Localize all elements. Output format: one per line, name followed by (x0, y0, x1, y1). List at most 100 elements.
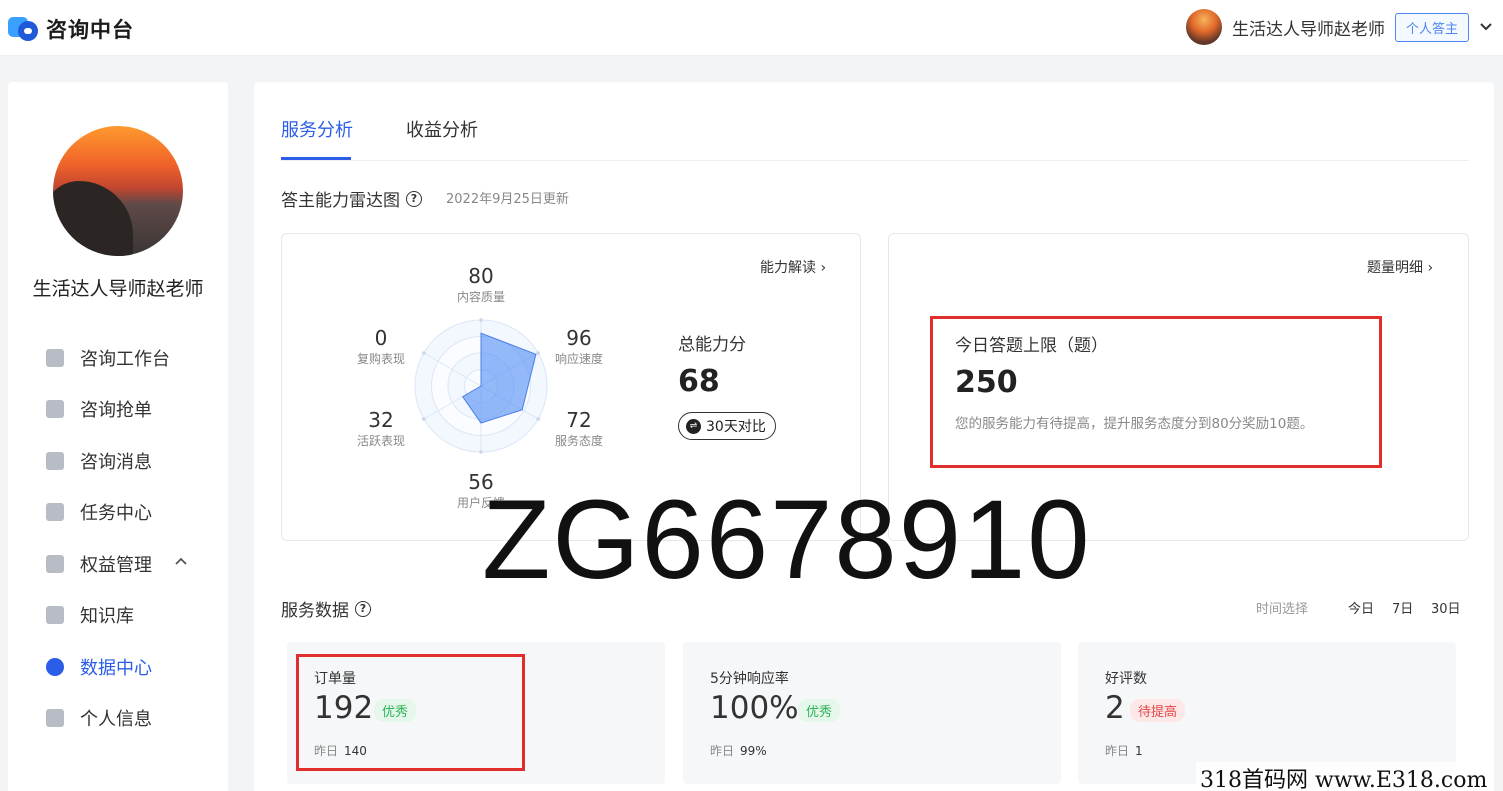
sidebar-item-label: 咨询消息 (80, 451, 152, 473)
time-option-7d[interactable]: 7日 (1392, 598, 1413, 617)
radar-value: 72 (566, 408, 592, 432)
radar-axis-dot (479, 318, 483, 322)
top-bar: 咨询中台 生活达人导师赵老师 个人答主 (0, 0, 1503, 56)
tab-bar: 服务分析 收益分析 (281, 82, 1469, 161)
ability-interpretation-link[interactable]: 能力解读 › (760, 257, 826, 277)
radar-value-service-attitude: 72 服务态度 (539, 408, 619, 449)
user-menu[interactable]: 生活达人导师赵老师 个人答主 (1185, 9, 1493, 45)
stat-value: 100% (710, 690, 799, 726)
daily-limit-note: 您的服务能力有待提高，提升服务态度分到80分奖励10题。 (955, 416, 1314, 432)
radar-value-activity: 32 活跃表现 (341, 408, 421, 449)
main-panel: 服务分析 收益分析 答主能力雷达图 ? 2022年9月25日更新 能力解读 › … (254, 82, 1494, 791)
total-score-value: 68 (678, 364, 720, 399)
service-title: 服务数据 (281, 601, 349, 621)
tab-income-analysis[interactable]: 收益分析 (406, 116, 478, 142)
watermark-text: ZG6678910 (482, 477, 1092, 602)
stat-title: 好评数 (1105, 671, 1147, 687)
radar-label: 复购表现 (356, 352, 405, 366)
sidebar-item-label: 权益管理 (80, 554, 152, 576)
radar-value: 0 (374, 326, 388, 350)
stat-yesterday: 昨日 1 (1105, 742, 1143, 759)
sidebar-item-profile[interactable]: 个人信息 (46, 693, 216, 745)
sidebar-item-label: 任务中心 (80, 503, 152, 525)
edit-icon (46, 400, 64, 419)
radar-label: 服务态度 (554, 434, 603, 448)
radar-label: 响应速度 (554, 352, 603, 366)
time-option-30d[interactable]: 30日 (1431, 598, 1461, 617)
radar-value: 96 (566, 326, 592, 350)
sidebar-item-label: 个人信息 (80, 709, 152, 731)
link-label: 能力解读 (760, 260, 816, 276)
yesterday-label: 昨日 (1105, 744, 1130, 758)
profile-name: 生活达人导师赵老师 (32, 278, 204, 300)
chevron-right-icon: › (1427, 260, 1434, 276)
pie-chart-icon (46, 657, 64, 676)
radar-label: 内容质量 (456, 290, 505, 304)
radar-title: 答主能力雷达图 (281, 191, 400, 211)
sidebar-item-tasks[interactable]: 任务中心 (46, 487, 216, 539)
yesterday-value: 99% (740, 744, 767, 758)
chat-icon (46, 451, 64, 470)
status-badge: 待提高 (1130, 699, 1186, 722)
app-logo[interactable]: 咨询中台 (8, 14, 134, 44)
compare-icon: ⇌ (686, 418, 701, 434)
radar-section-title: 答主能力雷达图 ? (281, 186, 422, 211)
logo-icon (8, 15, 40, 43)
daily-limit-value: 250 (955, 365, 1018, 400)
stat-title: 5分钟响应率 (710, 671, 789, 687)
radar-chart (414, 318, 548, 454)
sidebar-item-label: 咨询抢单 (80, 400, 152, 422)
sidebar-item-workbench[interactable]: 咨询工作台 (46, 332, 216, 384)
yesterday-label: 昨日 (710, 744, 735, 758)
radar-value-content-quality: 80 内容质量 (441, 264, 521, 305)
radar-axis-dot (479, 450, 483, 454)
grid-icon (46, 348, 64, 367)
radar-value: 80 (468, 264, 494, 288)
compare-label: 30天对比 (706, 419, 766, 435)
sidebar-item-benefits[interactable]: 权益管理 (46, 538, 216, 590)
sidebar-item-label: 知识库 (80, 606, 134, 628)
radar-axis-dot (422, 417, 426, 421)
time-select-label: 时间选择 (1256, 602, 1309, 617)
compare-30-days-button[interactable]: ⇌ 30天对比 (678, 412, 776, 440)
role-badge[interactable]: 个人答主 (1394, 12, 1469, 42)
clipboard-icon (46, 503, 64, 522)
sidebar-item-messages[interactable]: 咨询消息 (46, 435, 216, 487)
sidebar: 生活达人导师赵老师 咨询工作台 咨询抢单 咨询消息 任务中心 权益管理 知识库 … (8, 82, 228, 791)
help-icon[interactable]: ? (355, 600, 371, 617)
quota-detail-link[interactable]: 题量明细 › (1367, 257, 1433, 277)
chevron-up-icon[interactable] (174, 554, 188, 568)
sidebar-item-label: 数据中心 (80, 657, 152, 679)
sidebar-item-label: 咨询工作台 (80, 348, 170, 370)
service-section-title: 服务数据 ? (281, 596, 371, 621)
radar-value: 32 (368, 408, 394, 432)
stat-value: 2 (1105, 690, 1125, 726)
chevron-down-icon[interactable] (1479, 20, 1493, 34)
chevron-right-icon: › (820, 260, 827, 276)
highlight-box (296, 654, 525, 771)
book-icon (46, 606, 64, 625)
stat-yesterday: 昨日 99% (710, 742, 767, 759)
link-label: 题量明细 (1367, 260, 1423, 276)
sidebar-item-data-center[interactable]: 数据中心 (46, 641, 216, 693)
yesterday-value: 1 (1135, 744, 1143, 758)
radar-updated: 2022年9月25日更新 (446, 192, 569, 207)
sidebar-item-knowledge[interactable]: 知识库 (46, 590, 216, 642)
radar-value-repurchase: 0 复购表现 (341, 326, 421, 367)
crown-icon (46, 554, 64, 573)
active-tab-indicator (281, 157, 351, 160)
radar-axis-dot (422, 351, 426, 355)
avatar[interactable] (1185, 9, 1222, 45)
user-name: 生活达人导师赵老师 (1231, 19, 1385, 40)
sidebar-item-grab-orders[interactable]: 咨询抢单 (46, 384, 216, 436)
stat-card-response-rate: 5分钟响应率 100% 优秀 昨日 99% (683, 642, 1061, 784)
app-title: 咨询中台 (46, 18, 134, 42)
tab-service-analysis[interactable]: 服务分析 (281, 116, 353, 142)
radar-value-response-speed: 96 响应速度 (539, 326, 619, 367)
highlight-box: 今日答题上限（题） 250 您的服务能力有待提高，提升服务态度分到80分奖励10… (930, 316, 1382, 468)
help-icon[interactable]: ? (406, 190, 422, 207)
status-badge: 优秀 (798, 699, 841, 722)
site-watermark: 318首码网 www.E318.com (1196, 762, 1492, 791)
radar-label: 活跃表现 (356, 434, 405, 448)
time-option-today[interactable]: 今日 (1348, 598, 1374, 617)
